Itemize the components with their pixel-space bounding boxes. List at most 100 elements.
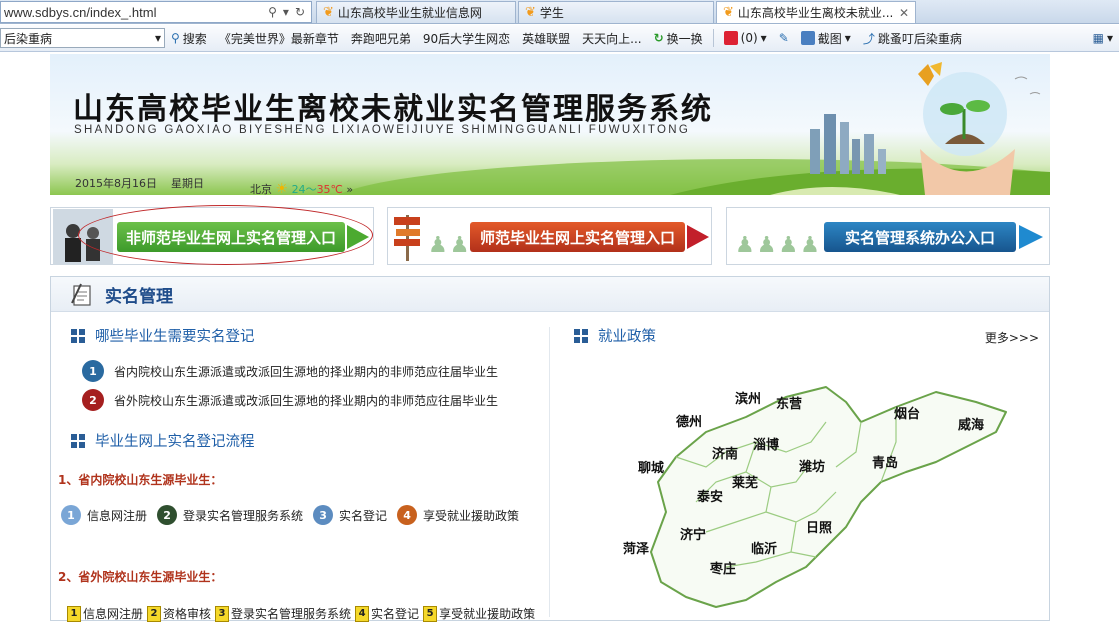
city-jinan[interactable]: 济南: [712, 443, 738, 462]
city-laiwu[interactable]: 莱芜: [732, 472, 758, 491]
magnifier-icon: ⚲: [171, 31, 180, 45]
banner-date: 2015年8月16日 星期日: [75, 175, 204, 191]
city-qingdao[interactable]: 青岛: [872, 452, 898, 471]
clipboard-icon: [71, 283, 91, 306]
step-number: 4: [355, 605, 370, 622]
signpost-icon: [394, 215, 420, 261]
shandong-map[interactable]: 滨州 东营 烟台 威海 德州 济南 淄博 潍坊 青岛 聊城 莱芜 泰安 济宁 临…: [596, 362, 1016, 612]
who-item-text: 省外院校山东生源派遣或改派回生源地的择业期内的非师范应往届毕业生: [114, 393, 499, 408]
toolbar-grid-button[interactable]: ▦ ▾: [1087, 31, 1119, 45]
toolbar-pen-button[interactable]: ✎: [773, 31, 795, 45]
entry-normal-label: 师范毕业生网上实名管理入口: [470, 222, 685, 252]
city-linyi[interactable]: 临沂: [751, 538, 777, 557]
toolbar-screenshot-button[interactable]: 截图 ▾: [795, 30, 857, 47]
toolbar-link-1[interactable]: 奔跑吧兄弟: [345, 30, 417, 47]
tab-active-system[interactable]: ❦ 山东高校毕业生离校未就业... ✕: [716, 1, 916, 23]
tab-label: 山东高校毕业生就业信息网: [337, 6, 482, 20]
city-liaocheng[interactable]: 聊城: [638, 457, 664, 476]
chevron-down-icon[interactable]: ▾: [761, 31, 767, 45]
section-policy-text: 就业政策: [598, 329, 656, 345]
entry-non-normal[interactable]: 非师范毕业生网上实名管理入口: [50, 205, 374, 265]
more-link[interactable]: 更多>>>: [985, 329, 1039, 346]
grid-icon: [574, 328, 588, 343]
chevron-down-icon[interactable]: ▾: [155, 31, 161, 45]
toolbar-blocker-button[interactable]: (0) ▾: [718, 31, 773, 45]
city-weifang[interactable]: 潍坊: [799, 456, 825, 475]
tab-info-net[interactable]: ❦ 山东高校毕业生就业信息网: [316, 1, 516, 23]
close-icon[interactable]: ✕: [899, 6, 909, 20]
step-label: 登录实名管理服务系统: [231, 607, 352, 621]
who-item-1: 1 省内院校山东生源派遣或改派回生源地的择业期内的非师范应往届毕业生: [82, 360, 498, 382]
section-who-title: 哪些毕业生需要实名登记: [71, 325, 255, 346]
search-value: 后染重病: [4, 31, 53, 46]
city-zaozhuang[interactable]: 枣庄: [710, 558, 736, 577]
toolbar-link-4[interactable]: 天天向上...: [576, 30, 647, 47]
step-number: 2: [157, 505, 178, 525]
step-number: 2: [147, 605, 162, 622]
chevron-down-icon[interactable]: ▾: [845, 31, 851, 45]
address-text: www.sdbys.cn/index_.html: [4, 4, 157, 20]
section-who-text: 哪些毕业生需要实名登记: [95, 329, 255, 345]
entry-row: 非师范毕业生网上实名管理入口 ♟♟♟ 师范毕业生网上实名管理入口 ♟♟♟♟ 实名…: [50, 205, 1050, 265]
step-number: 3: [215, 605, 230, 622]
step-label: 享受就业援助政策: [423, 508, 520, 523]
banner-title: 山东高校毕业生离校未就业实名管理服务系统: [73, 92, 713, 127]
tab-label: 学生: [539, 6, 564, 20]
cycle-icon: ↻: [653, 31, 664, 45]
entry-normal[interactable]: ♟♟♟ 师范毕业生网上实名管理入口: [387, 207, 712, 265]
number-badge: 1: [82, 360, 104, 382]
step-label: 资格审核: [163, 607, 212, 621]
toolbar-refresh-button[interactable]: ↻ 换一换: [648, 30, 709, 47]
sun-icon: ☀: [275, 181, 289, 195]
refresh-label: 换一换: [666, 31, 703, 46]
screenshot-label: 截图: [817, 31, 842, 46]
city-dongying[interactable]: 东营: [776, 393, 802, 412]
chevron-down-icon[interactable]: ▾: [1107, 31, 1113, 45]
city-weihai[interactable]: 威海: [958, 414, 984, 433]
step-label: 享受就业援助政策: [439, 607, 536, 621]
group1-steps: 1 信息网注册 2 登录实名管理服务系统 3 实名登记 4 享受就业援助政策: [61, 505, 519, 525]
address-bar[interactable]: www.sdbys.cn/index_.html ⚲ ▾ ↻: [0, 1, 312, 23]
column-divider: [549, 327, 550, 617]
city-heze[interactable]: 菏泽: [623, 538, 649, 557]
city-dezhou[interactable]: 德州: [676, 411, 702, 430]
entry-office[interactable]: ♟♟♟♟ 实名管理系统办公入口: [726, 207, 1050, 265]
tab-student[interactable]: ❦ 学生: [518, 1, 714, 23]
search-btn-label: 搜索: [182, 31, 207, 46]
toolbar-search-input[interactable]: 后染重病 ▾: [0, 28, 165, 48]
pen-icon: ✎: [778, 31, 789, 45]
link-label: 英雄联盟: [522, 31, 571, 46]
step-number: 3: [313, 505, 334, 525]
grid-menu-icon: ▦: [1092, 31, 1104, 45]
toolbar-search-button[interactable]: ⚲ 搜索: [165, 30, 213, 47]
city-taian[interactable]: 泰安: [697, 486, 723, 505]
real-name-panel: 实名管理 哪些毕业生需要实名登记 1 省内院校山东生源派遣或改派回生源地的择业期…: [50, 276, 1050, 622]
toolbar-link-2[interactable]: 90后大学生网恋: [417, 30, 516, 47]
toolbar-link-0[interactable]: 《完美世界》最新章节: [213, 30, 345, 47]
flame-icon: ❦: [323, 5, 334, 20]
step-label: 信息网注册: [83, 607, 144, 621]
city-jining[interactable]: 济宁: [680, 524, 706, 543]
who-item-2: 2 省外院校山东生源派遣或改派回生源地的择业期内的非师范应往届毕业生: [82, 389, 498, 411]
city-binzhou[interactable]: 滨州: [735, 388, 761, 407]
group1-title: 1、省内院校山东生源毕业生：: [58, 473, 223, 487]
city-yantai[interactable]: 烟台: [894, 403, 920, 422]
panel-title: 实名管理: [105, 286, 173, 307]
search-icon[interactable]: ⚲: [268, 5, 277, 19]
refresh-icon[interactable]: ↻: [295, 5, 305, 19]
weather-sep: ～: [305, 183, 317, 195]
arrow-right-icon: [1019, 225, 1043, 249]
city-zibo[interactable]: 淄博: [753, 434, 779, 453]
weather-high: 35℃: [316, 183, 343, 195]
toolbar-news-button[interactable]: ⤴ 跳蚤叮后染重病: [857, 30, 968, 47]
weekday-text: 星期日: [171, 177, 204, 190]
news-label: 跳蚤叮后染重病: [877, 31, 962, 46]
expand-icon[interactable]: »: [346, 183, 353, 195]
dropdown-icon[interactable]: ▾: [283, 5, 289, 19]
city-rizhao[interactable]: 日照: [806, 517, 832, 536]
section-policy-title: 就业政策: [574, 325, 656, 346]
blocker-icon: [723, 31, 738, 45]
group2-title: 2、省外院校山东生源毕业生：: [58, 570, 223, 584]
step-number: 1: [67, 605, 81, 622]
toolbar-link-3[interactable]: 英雄联盟: [516, 30, 576, 47]
